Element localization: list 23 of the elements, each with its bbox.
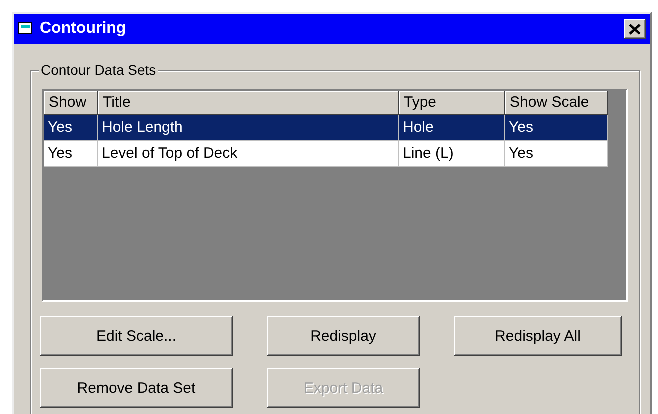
close-button[interactable]	[624, 19, 646, 39]
column-header[interactable]: Show	[44, 91, 98, 115]
column-header[interactable]: Title	[98, 91, 399, 115]
table-cell: Hole Length	[98, 115, 399, 141]
table-cell: Line (L)	[399, 141, 505, 167]
table-row[interactable]: Yes Hole Length Hole Yes	[44, 115, 626, 141]
column-header[interactable]: Type	[399, 91, 505, 115]
close-icon	[629, 24, 641, 34]
table-cell: Yes	[505, 141, 608, 167]
action-button[interactable]: Redisplay All	[454, 316, 622, 356]
window-icon	[18, 22, 34, 36]
action-button[interactable]: Edit Scale...	[40, 316, 233, 356]
action-button[interactable]: Remove Data Set	[40, 368, 233, 408]
table-cell: Hole	[399, 115, 505, 141]
window-title: Contouring	[40, 20, 126, 38]
table-cell: Yes	[505, 115, 608, 141]
action-button[interactable]: Redisplay	[267, 316, 420, 356]
table-cell: Yes	[44, 141, 98, 167]
table-cell: Level of Top of Deck	[98, 141, 399, 167]
table-row[interactable]: Yes Level of Top of Deck Line (L) Yes	[44, 141, 626, 167]
table-cell: Yes	[44, 115, 98, 141]
group-label: Contour Data Sets	[39, 62, 158, 78]
column-header[interactable]: Show Scale	[505, 91, 608, 115]
